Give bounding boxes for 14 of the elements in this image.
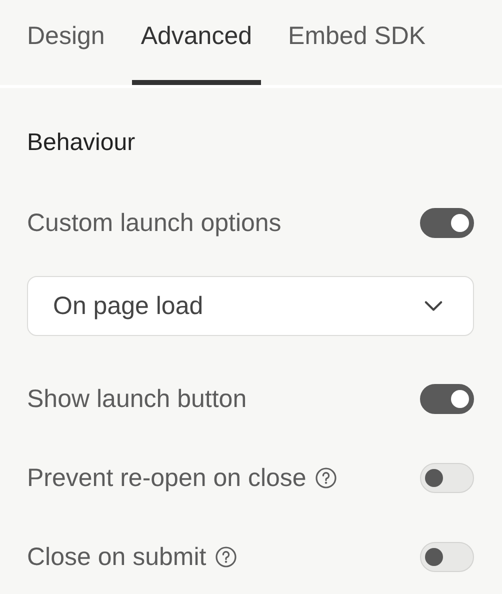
tab[interactable]: Design	[18, 0, 114, 85]
launch-dropdown[interactable]: On page load	[27, 276, 474, 336]
setting-label: Show launch button	[27, 384, 247, 414]
setting-label: Prevent re-open on close	[27, 464, 306, 492]
tab[interactable]: Embed SDK	[279, 0, 435, 85]
help-icon[interactable]	[315, 467, 338, 489]
section-title: Behaviour	[27, 129, 136, 157]
setting-label: Close on submit	[27, 542, 206, 572]
toggle-switch[interactable]	[420, 384, 474, 414]
setting-label: Custom launch options	[27, 208, 282, 238]
chevron-down-icon	[424, 300, 443, 312]
help-icon[interactable]	[215, 546, 238, 568]
tab[interactable]: Advanced	[132, 0, 262, 85]
toggle-switch[interactable]	[420, 208, 474, 238]
